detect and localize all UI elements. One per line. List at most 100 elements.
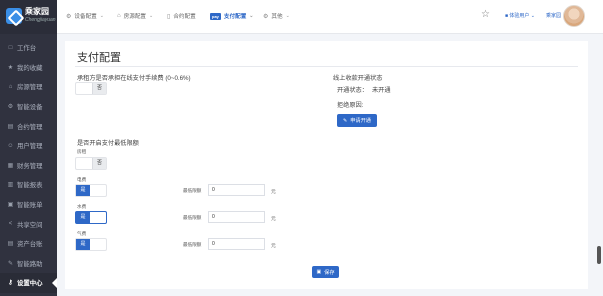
- save-button[interactable]: ▣ 保存: [312, 266, 339, 278]
- device-icon: ⚙: [7, 104, 14, 111]
- sidebar-item-3[interactable]: ⌂ 房源管理: [0, 77, 57, 97]
- user-icon: ☺: [7, 142, 14, 149]
- electric-unit: 元: [271, 190, 276, 195]
- sidebar-item-8[interactable]: ▥ 智能报表: [0, 175, 57, 195]
- fee-question-label: 承租方是否承担在线支付手续费 (0~0.6%): [77, 75, 191, 82]
- sidebar-item-2[interactable]: ★ 我的收藏: [0, 58, 57, 78]
- sidebar-item-label: 共享空间: [17, 221, 43, 229]
- sidebar-item-label: 资产台账: [17, 241, 43, 249]
- divider: [75, 66, 578, 67]
- min-limit-title: 是否开启支付最低限额: [77, 140, 139, 147]
- avatar[interactable]: [563, 5, 585, 27]
- nav-label: 合约配置: [173, 14, 196, 20]
- scrollbar[interactable]: [597, 246, 601, 264]
- apply-button[interactable]: ✎ 申请开通: [337, 114, 377, 127]
- rent-toggle[interactable]: 否: [75, 157, 107, 170]
- contract-icon: ▤: [7, 123, 14, 130]
- chevron-down-icon: ⌄: [99, 13, 104, 19]
- electric-label: 电费: [77, 177, 87, 182]
- electric-min-input[interactable]: 0: [208, 184, 265, 196]
- sidebar-item-label: 合约管理: [17, 123, 43, 131]
- finance-icon: ▦: [7, 162, 14, 169]
- sidebar-item-label: 智能报表: [17, 182, 43, 190]
- star-icon: ★: [7, 64, 14, 71]
- nav-device-config[interactable]: ⚙ 设备配置 ⌄: [66, 12, 104, 20]
- sidebar-item-9[interactable]: ▣ 智能账单: [0, 195, 57, 215]
- sidebar-item-6[interactable]: ☺ 用户管理: [0, 136, 57, 156]
- electric-toggle[interactable]: 是: [75, 184, 107, 197]
- gas-toggle[interactable]: 是: [75, 238, 107, 251]
- edit-icon: ✎: [343, 117, 348, 124]
- logo-text: 乘家园: [25, 7, 49, 16]
- chevron-down-icon: ⌄: [249, 13, 254, 19]
- star-icon[interactable]: ☆: [481, 9, 490, 20]
- sidebar: 乘家园 Chengjiayuan □ 工作台 ★ 我的收藏 ⌂ 房源管理 ⚙ 智能设备 ▤ 合约管…: [0, 0, 57, 296]
- user-name[interactable]: 乘家园: [546, 12, 561, 19]
- fee-toggle[interactable]: 否: [75, 82, 107, 95]
- gas-min-input[interactable]: 0: [208, 238, 265, 250]
- save-icon: ▣: [316, 269, 322, 275]
- user-type-badge[interactable]: ■ 体验用户 ⌄: [505, 12, 535, 19]
- sidebar-item-10[interactable]: < 共享空间: [0, 214, 57, 234]
- chevron-down-icon: ⌄: [285, 13, 290, 19]
- report-icon: ▥: [7, 182, 14, 189]
- bill-icon: ▣: [7, 202, 14, 209]
- sidebar-item-label: 财务管理: [17, 162, 43, 170]
- logo[interactable]: 乘家园 Chengjiayuan: [0, 0, 57, 34]
- nav-other[interactable]: ⚙ 其他 ⌄: [263, 12, 290, 20]
- toggle-knob: 否: [92, 83, 106, 94]
- asset-icon: ▤: [7, 241, 14, 248]
- electric-min-label: 最低限额: [183, 188, 202, 193]
- sidebar-item-label: 智能路助: [17, 260, 43, 268]
- dashboard-icon: □: [8, 44, 13, 51]
- gas-min-label: 最低限额: [183, 242, 202, 247]
- water-unit: 元: [271, 217, 276, 222]
- gear-icon: ⚙: [66, 13, 72, 20]
- sidebar-item-label: 工作台: [17, 45, 37, 53]
- toggle-knob: 是: [76, 185, 90, 196]
- online-status-title: 线上收款开通状态: [333, 75, 383, 82]
- payment-config-card: 支付配置 承租方是否承担在线支付手续费 (0~0.6%) 否 线上收款开通状态 …: [65, 41, 588, 289]
- nav-label: 其他: [271, 14, 283, 20]
- document-icon: ▯: [167, 13, 171, 20]
- status-label: 开通状态：: [337, 87, 368, 94]
- nav-payment-config[interactable]: pay 支付配置 ⌄: [210, 12, 254, 20]
- top-bar: ⚙ 设备配置 ⌄ ⌂ 房源配置 ⌄ ▯ 合约配置 pay 支付配置 ⌄ ⚙ 其他…: [57, 0, 603, 34]
- nav-label: 设备配置: [74, 14, 97, 20]
- toggle-knob: 是: [76, 239, 90, 250]
- reject-reason-label: 拒绝原因:: [337, 102, 364, 109]
- nav-house-config[interactable]: ⌂ 房源配置 ⌄: [117, 12, 153, 20]
- gas-label: 气费: [77, 231, 87, 236]
- apply-button-label: 申请开通: [350, 118, 371, 124]
- sidebar-item-13[interactable]: ⚷ 设置中心: [0, 273, 57, 293]
- settings-icon: ⚷: [8, 280, 13, 287]
- sidebar-item-1[interactable]: □ 工作台: [0, 38, 57, 58]
- chevron-down-icon: ⌄: [149, 13, 154, 19]
- toggle-knob: 否: [92, 158, 106, 169]
- water-min-input[interactable]: 0: [208, 211, 265, 223]
- water-toggle[interactable]: 是: [75, 211, 107, 224]
- house-icon: ⌂: [8, 83, 13, 90]
- sidebar-item-label: 用户管理: [17, 143, 43, 151]
- gas-unit: 元: [271, 244, 276, 249]
- logo-subtitle: Chengjiayuan: [25, 17, 56, 23]
- logo-icon: [6, 8, 22, 24]
- sidebar-item-11[interactable]: ▤ 资产台账: [0, 234, 57, 254]
- sidebar-item-label: 设置中心: [17, 280, 43, 288]
- sidebar-item-12[interactable]: ✎ 智能路助: [0, 254, 57, 274]
- sidebar-item-7[interactable]: ▦ 财务管理: [0, 156, 57, 176]
- water-label: 水费: [77, 204, 87, 209]
- sidebar-item-5[interactable]: ▤ 合约管理: [0, 116, 57, 136]
- nav-contract-config[interactable]: ▯ 合约配置: [167, 12, 196, 21]
- save-button-label: 保存: [324, 269, 335, 276]
- home-icon: ⌂: [117, 13, 121, 19]
- sidebar-item-label: 智能账单: [17, 202, 43, 210]
- sidebar-item-label: 智能设备: [17, 104, 43, 112]
- sidebar-item-4[interactable]: ⚙ 智能设备: [0, 97, 57, 117]
- gear-icon: ⚙: [263, 13, 269, 20]
- sidebar-item-label: 我的收藏: [17, 64, 43, 72]
- assist-icon: ✎: [7, 260, 14, 267]
- sidebar-item-label: 房源管理: [17, 84, 43, 92]
- page-title: 支付配置: [77, 52, 121, 64]
- toggle-knob: 是: [76, 212, 90, 223]
